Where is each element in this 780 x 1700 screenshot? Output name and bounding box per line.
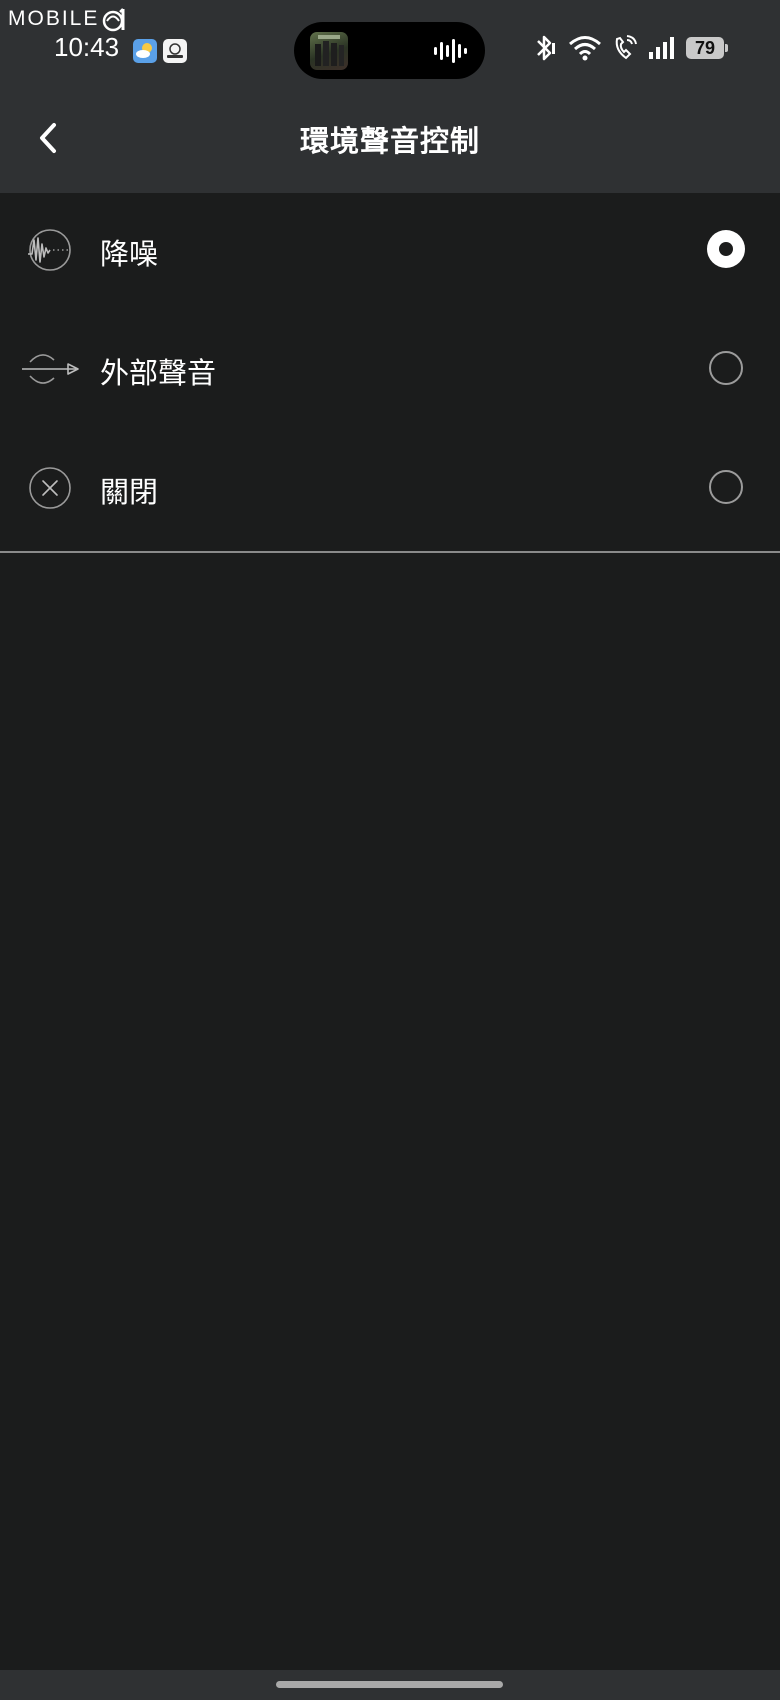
option-noise-cancelling[interactable]: 降噪 <box>0 193 780 312</box>
ambient-sound-options: 降噪 外部聲音 關閉 <box>0 193 780 550</box>
radio-unselected[interactable] <box>709 470 743 504</box>
ambient-sound-icon <box>22 354 79 384</box>
option-off[interactable]: 關閉 <box>0 431 780 550</box>
radio-unselected[interactable] <box>709 351 743 385</box>
noise-cancelling-icon <box>28 229 71 271</box>
watermark-text: MOBILE <box>8 7 100 30</box>
divider <box>0 551 780 553</box>
weather-app-icon <box>133 39 157 63</box>
bluetooth-icon <box>537 35 555 61</box>
status-time: 10:43 <box>54 32 120 62</box>
assistant-app-icon <box>163 39 187 63</box>
battery-level: 79 <box>686 37 728 59</box>
watermark: MOBILE <box>8 4 129 34</box>
status-right: 79 <box>532 34 728 62</box>
option-label: 降噪 <box>100 237 159 271</box>
cellular-signal-icon <box>649 37 674 59</box>
wifi-icon <box>569 36 601 61</box>
option-ambient-sound[interactable]: 外部聲音 <box>0 312 780 431</box>
close-circle-icon <box>29 467 71 509</box>
radio-selected[interactable] <box>707 230 745 268</box>
wifi-calling-icon <box>615 35 637 60</box>
media-island[interactable] <box>294 22 485 79</box>
option-label: 關閉 <box>100 475 159 509</box>
page-title: 環境聲音控制 <box>299 124 480 158</box>
option-label: 外部聲音 <box>100 356 217 390</box>
home-indicator[interactable] <box>276 1681 503 1688</box>
album-art-icon <box>310 32 348 70</box>
audio-waveform-icon <box>434 39 467 63</box>
mobile01-logo-icon <box>103 8 125 32</box>
